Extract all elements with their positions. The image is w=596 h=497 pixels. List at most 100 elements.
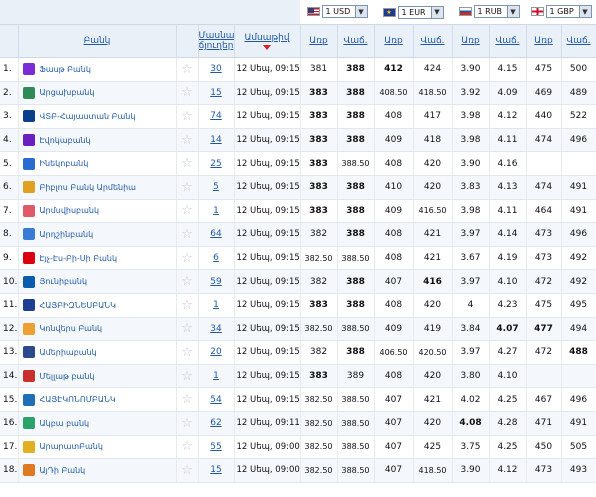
bank-logo-icon xyxy=(22,134,35,147)
favorite-star-icon[interactable]: ☆ xyxy=(176,317,199,342)
favorite-star-icon[interactable]: ☆ xyxy=(176,222,199,247)
updated-date: 12 Սեպ, 09:15 xyxy=(234,246,301,271)
bank-name-link[interactable]: Ֆասթ Բանկ xyxy=(40,65,91,74)
bank-name-link[interactable]: ՀԱՅԷԿՈՆՈՄԲԱՆԿ xyxy=(40,395,116,404)
branches-link[interactable]: 1 xyxy=(213,300,219,310)
date-column-header[interactable]: Ամսաթիվ xyxy=(234,24,301,58)
chevron-down-icon: ▼ xyxy=(578,6,591,17)
bank-name-link[interactable]: Էվոկաբանկ xyxy=(40,136,91,145)
branches-link[interactable]: 15 xyxy=(210,465,221,475)
bank-name-link[interactable]: Արցախբանկ xyxy=(40,88,95,97)
favorite-star-icon[interactable]: ☆ xyxy=(176,411,199,436)
rub-currency-select[interactable]: 1 RUB ▼ xyxy=(473,5,520,18)
favorite-star-icon[interactable]: ☆ xyxy=(176,458,199,483)
rub-buy-header[interactable]: Առք xyxy=(452,24,490,58)
bank-name-link[interactable]: Էյչ-Էս-Բի-Սի Բանկ xyxy=(40,254,118,263)
bank-name-link[interactable]: ՀԱՅԲԻԶՆԵՍԲԱՆԿ xyxy=(40,301,116,310)
branches-link[interactable]: 64 xyxy=(210,229,221,239)
row-number: 5. xyxy=(0,151,19,176)
bank-name-link[interactable]: Մելլաթ բանկ xyxy=(40,372,95,381)
usd-buy-header[interactable]: Առք xyxy=(300,24,338,58)
bank-name-link[interactable]: Արդշինբանկ xyxy=(40,230,94,239)
favorite-star-icon[interactable]: ☆ xyxy=(176,364,199,389)
chevron-down-icon: ▼ xyxy=(506,6,519,17)
rate-rub-buy: 3.84 xyxy=(452,317,490,342)
rate-gbp-buy: 471 xyxy=(526,411,562,436)
eur-buy-header[interactable]: Առք xyxy=(374,24,414,58)
rate-usd-buy: 383 xyxy=(300,175,338,200)
favorite-star-icon[interactable]: ☆ xyxy=(176,57,199,82)
branches-link[interactable]: 1 xyxy=(213,371,219,381)
branches-link[interactable]: 55 xyxy=(210,442,221,452)
favorite-star-icon[interactable]: ☆ xyxy=(176,269,199,294)
rub-sell-header[interactable]: Վաճ. xyxy=(489,24,527,58)
branches-link[interactable]: 54 xyxy=(210,395,221,405)
rate-usd-sell: 388.50 xyxy=(337,151,375,176)
usd-currency-select[interactable]: 1 USD ▼ xyxy=(321,5,368,18)
bank-name-link[interactable]: ԱյԴի Բանկ xyxy=(40,466,86,475)
favorite-star-icon[interactable]: ☆ xyxy=(176,175,199,200)
rate-rub-sell: 4.12 xyxy=(489,458,527,483)
branches-link[interactable]: 34 xyxy=(210,324,221,334)
branches-link[interactable]: 6 xyxy=(213,253,219,263)
gbp-currency-select[interactable]: 1 GBP ▼ xyxy=(545,5,592,18)
exchange-rates-table: 1 USD ▼ ★ 1 EUR ▼ 1 RUB ▼ 1 GBP ▼ Բանկ Մ… xyxy=(0,0,596,483)
favorite-star-icon[interactable]: ☆ xyxy=(176,199,199,224)
bank-name-link[interactable]: Յունիբանկ xyxy=(40,277,88,286)
rate-rub-buy: 3.90 xyxy=(452,57,490,82)
bank-cell: Էվոկաբանկ xyxy=(18,128,177,153)
favorite-star-icon[interactable]: ☆ xyxy=(176,340,199,365)
usd-sell-header[interactable]: Վաճ. xyxy=(337,24,375,58)
favorite-star-icon[interactable]: ☆ xyxy=(176,246,199,271)
branches-link[interactable]: 5 xyxy=(213,182,219,192)
branches-cell: 25 xyxy=(198,151,235,176)
row-number: 17. xyxy=(0,435,19,460)
row-number: 11. xyxy=(0,293,19,318)
branches-link[interactable]: 74 xyxy=(210,111,221,121)
eur-currency-select[interactable]: 1 EUR ▼ xyxy=(397,5,444,19)
rate-eur-buy: 408 xyxy=(374,151,414,176)
branches-link[interactable]: 62 xyxy=(210,418,221,428)
gbp-buy-header[interactable]: Առք xyxy=(526,24,562,58)
us-flag-icon xyxy=(306,7,320,16)
favorite-star-icon[interactable]: ☆ xyxy=(176,81,199,106)
bank-name-link[interactable]: Բիբլոս Բանկ Արմենիա xyxy=(40,183,136,192)
favorite-star-icon[interactable]: ☆ xyxy=(176,104,199,129)
branches-link[interactable]: 30 xyxy=(210,64,221,74)
rate-eur-sell: 420.50 xyxy=(413,340,453,365)
rate-gbp-sell: 491 xyxy=(561,175,596,200)
branches-column-header[interactable]: Մասնա-ճյուղեր xyxy=(198,24,235,58)
branches-link[interactable]: 14 xyxy=(210,135,221,145)
updated-date: 12 Սեպ, 09:15 xyxy=(234,293,301,318)
favorite-star-icon[interactable]: ☆ xyxy=(176,128,199,153)
table-row: 12. Կոնվերս Բանկ ☆ 34 12 Սեպ, 09:15 382.50 388… xyxy=(0,317,596,342)
bank-name-link[interactable]: Ամերիաբանկ xyxy=(40,348,97,357)
favorite-star-icon[interactable]: ☆ xyxy=(176,293,199,318)
branches-link[interactable]: 1 xyxy=(213,206,219,216)
eur-sell-header[interactable]: Վաճ. xyxy=(413,24,453,58)
bank-column-header[interactable]: Բանկ xyxy=(18,24,177,58)
favorite-star-icon[interactable]: ☆ xyxy=(176,151,199,176)
rate-eur-sell: 420 xyxy=(413,411,453,436)
bank-name-link[interactable]: Կոնվերս Բանկ xyxy=(40,324,103,333)
gbp-sell-header[interactable]: Վաճ. xyxy=(561,24,596,58)
branches-link[interactable]: 15 xyxy=(210,88,221,98)
bank-name-link[interactable]: Արմսվիսբանկ xyxy=(40,206,100,215)
branches-cell: 15 xyxy=(198,458,235,483)
branches-link[interactable]: 25 xyxy=(210,159,221,169)
rate-usd-buy: 383 xyxy=(300,128,338,153)
branches-link[interactable]: 20 xyxy=(210,347,221,357)
rate-eur-buy: 407 xyxy=(374,411,414,436)
bank-logo-icon xyxy=(22,275,35,288)
gb-flag-icon xyxy=(530,7,544,16)
bank-name-link[interactable]: Ինեկոբանկ xyxy=(40,159,89,168)
branches-cell: 54 xyxy=(198,387,235,412)
bank-name-link[interactable]: ԱրարատԲանկ xyxy=(40,442,103,451)
bank-name-link[interactable]: Ակբա բանկ xyxy=(40,419,90,428)
bank-cell: Արմսվիսբանկ xyxy=(18,199,177,224)
favorite-star-icon[interactable]: ☆ xyxy=(176,435,199,460)
bank-name-link[interactable]: ՎՏԲ-Հայաստան Բանկ xyxy=(40,112,136,121)
branches-link[interactable]: 59 xyxy=(210,277,221,287)
rate-gbp-buy xyxy=(526,364,562,389)
favorite-star-icon[interactable]: ☆ xyxy=(176,387,199,412)
